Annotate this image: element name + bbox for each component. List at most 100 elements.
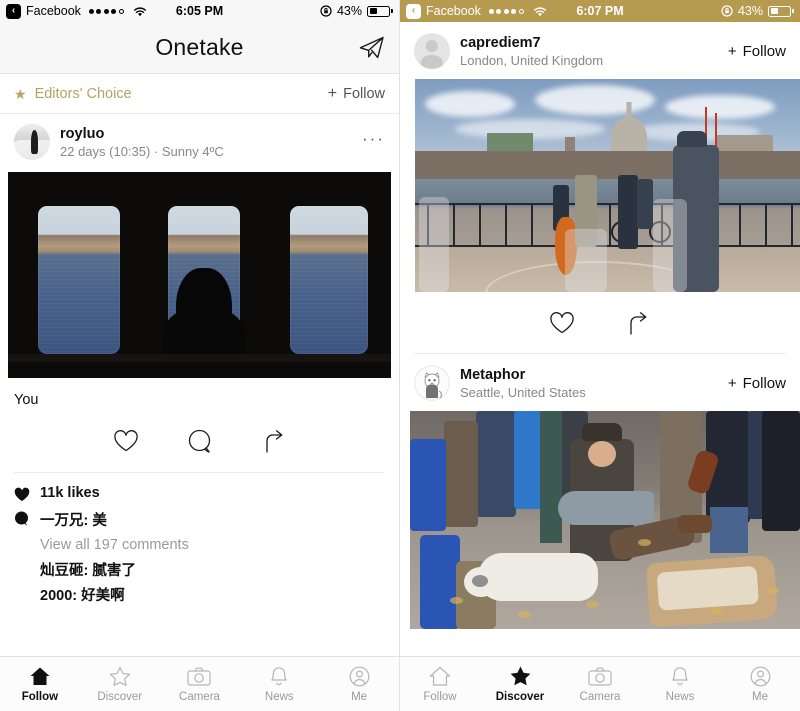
tab-follow[interactable]: Follow — [0, 665, 80, 703]
tab-label: Follow — [423, 691, 457, 703]
like-button[interactable] — [547, 308, 577, 338]
tab-camera[interactable]: Camera — [560, 665, 640, 703]
right-tab-bar: Follow Discover Camera News Me — [400, 656, 800, 711]
star-icon — [109, 665, 131, 687]
follow-button[interactable]: + Follow — [728, 43, 786, 60]
follow-button[interactable]: + Follow — [728, 375, 786, 392]
tab-label: Camera — [179, 691, 220, 703]
avatar[interactable] — [414, 365, 450, 401]
engagement-section: 11k likes 一万兄: 美 View all 197 comments 灿… — [0, 473, 399, 605]
right-status-bar: ‹ Facebook 6:07 PM 43% — [400, 0, 800, 22]
post-header: Metaphor Seattle, United States + Follow — [400, 354, 800, 411]
tab-label: Me — [351, 691, 368, 703]
heart-filled-icon — [14, 485, 30, 502]
editors-choice-left: ★ Editors' Choice — [14, 86, 132, 102]
post-meta: caprediem7 London, United Kingdom — [460, 35, 603, 68]
tab-label: Camera — [579, 691, 621, 703]
tab-follow[interactable]: Follow — [400, 665, 480, 703]
post-header: royluo 22 days (10:35) · Sunny 4ºC ··· — [0, 114, 399, 168]
status-bar-left: ‹ Facebook — [6, 3, 147, 19]
carrier-label: Facebook — [26, 4, 81, 18]
share-button[interactable] — [259, 426, 289, 456]
post-username[interactable]: caprediem7 — [460, 35, 603, 51]
plus-icon: + — [327, 84, 338, 102]
list-item[interactable]: 2000: 好美啊 — [14, 584, 385, 605]
person-icon — [750, 665, 771, 687]
carrier-label: Facebook — [426, 4, 481, 18]
post-photo[interactable] — [415, 79, 800, 292]
star-icon — [509, 665, 532, 687]
list-item[interactable]: 灿豆砸: 腻害了 — [14, 559, 385, 580]
battery-percent-label: 43% — [336, 4, 362, 18]
tab-camera[interactable]: Camera — [160, 665, 240, 703]
rotation-lock-icon — [320, 5, 332, 17]
camera-icon — [187, 665, 212, 687]
status-bar-right: 43% — [721, 4, 794, 18]
paper-plane-icon[interactable] — [358, 35, 385, 60]
back-to-app-icon[interactable]: ‹ — [6, 3, 21, 19]
battery-icon — [768, 5, 794, 17]
tab-me[interactable]: Me — [319, 665, 399, 703]
tab-label: News — [264, 691, 294, 703]
post-caption: You — [14, 392, 39, 408]
editors-choice-follow-button[interactable]: + Follow — [328, 85, 385, 103]
rotation-lock-icon — [721, 5, 733, 17]
likes-count: 11k likes — [40, 485, 100, 501]
dual-phone-screenshot: ‹ Facebook 6:05 PM 43% Onetake ★ Editors… — [0, 0, 800, 711]
status-bar-right: 43% — [320, 4, 393, 18]
wifi-icon — [133, 6, 147, 17]
post-username[interactable]: royluo — [60, 126, 224, 142]
post-actions — [0, 408, 399, 472]
home-icon — [429, 665, 451, 687]
tab-label: Me — [752, 691, 768, 703]
back-to-app-icon[interactable]: ‹ — [406, 3, 421, 19]
post-location: London, United Kingdom — [460, 52, 604, 68]
right-feed[interactable]: caprediem7 London, United Kingdom + Foll… — [400, 22, 800, 656]
avatar[interactable] — [414, 33, 450, 69]
bell-icon — [670, 665, 690, 687]
top-comment-row[interactable]: 一万兄: 美 — [14, 509, 385, 530]
editors-choice-bar[interactable]: ★ Editors' Choice + Follow — [0, 74, 399, 114]
post-username[interactable]: Metaphor — [460, 367, 586, 383]
avatar[interactable] — [14, 124, 50, 160]
left-feed[interactable]: royluo 22 days (10:35) · Sunny 4ºC ··· Y… — [0, 114, 399, 656]
post-photo[interactable] — [8, 172, 391, 378]
signal-strength-icon — [488, 8, 524, 14]
tab-news[interactable]: News — [640, 665, 720, 703]
top-comment-text: 一万兄: 美 — [40, 513, 107, 529]
comment-filled-icon — [14, 509, 30, 526]
star-filled-icon: ★ — [14, 85, 27, 102]
like-button[interactable] — [111, 426, 141, 456]
app-title: Onetake — [155, 34, 244, 60]
tab-me[interactable]: Me — [720, 665, 800, 703]
post-photo[interactable] — [410, 411, 800, 629]
post-header: caprediem7 London, United Kingdom + Foll… — [400, 22, 800, 79]
status-bar-left: ‹ Facebook — [406, 3, 547, 19]
left-tab-bar: Follow Discover Camera News Me — [0, 656, 399, 711]
tab-label: Follow — [21, 691, 59, 703]
person-icon — [349, 665, 370, 687]
share-button[interactable] — [623, 308, 653, 338]
tab-discover[interactable]: Discover — [480, 665, 560, 703]
comment-button[interactable] — [185, 426, 215, 456]
left-navbar: Onetake — [0, 22, 399, 74]
post-meta: royluo 22 days (10:35) · Sunny 4ºC — [60, 126, 224, 159]
likes-row[interactable]: 11k likes — [14, 485, 385, 502]
follow-label: Follow — [742, 42, 786, 60]
plus-icon: + — [727, 374, 737, 392]
left-phone-screen: ‹ Facebook 6:05 PM 43% Onetake ★ Editors… — [0, 0, 400, 711]
more-options-icon[interactable]: ··· — [362, 130, 385, 155]
view-all-comments-link[interactable]: View all 197 comments — [14, 537, 385, 553]
left-status-bar: ‹ Facebook 6:05 PM 43% — [0, 0, 399, 22]
battery-percent-label: 43% — [737, 4, 763, 18]
tab-discover[interactable]: Discover — [80, 665, 160, 703]
post-actions — [400, 292, 800, 353]
follow-label: Follow — [742, 374, 786, 392]
battery-icon — [367, 5, 393, 17]
tab-news[interactable]: News — [239, 665, 319, 703]
signal-strength-icon — [88, 8, 124, 14]
tab-label: News — [665, 691, 695, 703]
wifi-icon — [533, 6, 547, 17]
editors-choice-label: Editors' Choice — [34, 85, 132, 102]
follow-label: Follow — [343, 85, 385, 102]
